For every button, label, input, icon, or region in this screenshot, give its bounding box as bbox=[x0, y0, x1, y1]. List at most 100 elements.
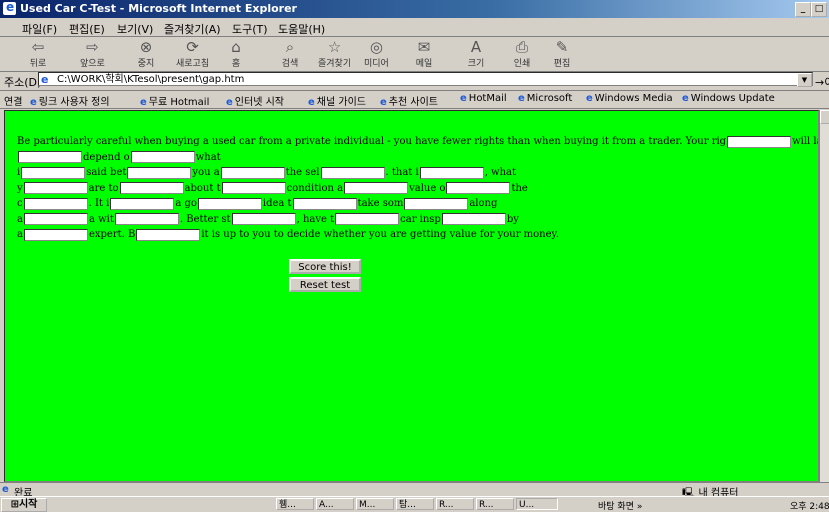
link-channel-guide[interactable]: 채널 가이드 bbox=[308, 93, 366, 108]
mail-button[interactable]: ✉ 메일 bbox=[414, 38, 434, 70]
gap-input[interactable] bbox=[320, 166, 385, 179]
size-button[interactable]: A 크기 bbox=[466, 38, 486, 70]
back-button[interactable]: ⇦ 뒤로 bbox=[28, 38, 48, 70]
print-button[interactable]: ⎙ 인쇄 bbox=[512, 38, 532, 70]
mail-icon: ✉ bbox=[417, 38, 431, 56]
menu-file[interactable]: 파일(F) bbox=[22, 21, 57, 37]
maximize-button[interactable]: □ bbox=[811, 2, 827, 17]
link-microsoft[interactable]: Microsoft bbox=[518, 93, 573, 104]
media-button[interactable]: ◎ 미디어 bbox=[364, 38, 389, 70]
taskbar-item-active[interactable]: U... bbox=[516, 498, 558, 510]
gap-input[interactable] bbox=[114, 213, 179, 225]
passage-line: depend o what bbox=[17, 150, 807, 166]
reset-button[interactable]: Reset test bbox=[289, 277, 361, 292]
score-button[interactable]: Score this! bbox=[289, 259, 361, 274]
start-button[interactable]: ⊞시작 bbox=[1, 498, 47, 512]
print-icon: ⎙ bbox=[515, 38, 528, 56]
system-clock: 오후 2:48 bbox=[790, 502, 829, 512]
gap-input[interactable] bbox=[197, 197, 262, 210]
page-done-icon: e bbox=[2, 484, 9, 495]
gap-input[interactable] bbox=[23, 213, 88, 225]
taskbar-item[interactable]: R... bbox=[476, 498, 514, 510]
passage-line: Be particularly careful when buying a us… bbox=[17, 135, 818, 148]
passage-line: a expert. Bit is up to you to decide whet… bbox=[17, 228, 560, 241]
gap-input[interactable] bbox=[221, 182, 286, 194]
gap-input[interactable] bbox=[404, 197, 469, 210]
font-size-icon: A bbox=[470, 38, 482, 56]
taskbar-item[interactable]: 탐... bbox=[396, 498, 434, 510]
gap-input[interactable] bbox=[441, 213, 506, 225]
search-button[interactable]: ⌕ 검색 bbox=[280, 38, 300, 70]
link-customize[interactable]: 링크 사용자 정의 bbox=[30, 93, 110, 108]
address-dropdown-button[interactable]: ▼ bbox=[797, 73, 812, 87]
status-bar: e 완료 🖳 내 컴퓨터 bbox=[0, 482, 829, 499]
gap-input[interactable] bbox=[727, 135, 792, 148]
gap-input[interactable] bbox=[23, 228, 88, 241]
refresh-icon: ⟳ bbox=[186, 38, 199, 56]
address-input[interactable]: e C:\WORK\학회\KTesol\present\gap.htm ▼ bbox=[38, 72, 813, 87]
page-content: Be particularly careful when buying a us… bbox=[4, 110, 819, 482]
gap-input[interactable] bbox=[344, 182, 409, 194]
refresh-button[interactable]: ⟳ 새로고침 bbox=[176, 38, 209, 70]
gap-input[interactable] bbox=[18, 151, 82, 163]
toolbar: ⇦ 뒤로 ⇨ 앞으로 ⊗ 중지 ⟳ 새로고침 ⌂ 홈 ⌕ 검색 ☆ 즐겨찾기 ◎ 미디어 ✉ 메일… bbox=[0, 36, 829, 72]
home-icon: ⌂ bbox=[231, 38, 241, 56]
edit-button[interactable]: ✎ 편집 bbox=[552, 38, 572, 70]
go-button[interactable]: →이동 bbox=[815, 74, 829, 90]
address-bar: 주소(D) e C:\WORK\학회\KTesol\present\gap.ht… bbox=[0, 70, 829, 91]
vertical-scrollbar[interactable] bbox=[819, 110, 829, 482]
back-arrow-icon: ⇦ bbox=[31, 38, 45, 56]
edit-icon: ✎ bbox=[555, 38, 569, 56]
link-hotmail-free[interactable]: 무료 Hotmail bbox=[140, 93, 210, 108]
desktop-toolbar-label[interactable]: 바탕 화면 » bbox=[598, 499, 642, 512]
taskbar-item[interactable]: R... bbox=[436, 498, 474, 510]
gap-input[interactable] bbox=[292, 197, 357, 210]
link-recommended-sites[interactable]: 추천 사이트 bbox=[380, 93, 438, 108]
taskbar-item[interactable]: M... bbox=[356, 498, 394, 510]
ie-icon bbox=[3, 0, 16, 15]
gap-input[interactable] bbox=[136, 228, 201, 241]
menu-tools[interactable]: 도구(T) bbox=[232, 21, 268, 37]
favorites-icon: ☆ bbox=[327, 38, 342, 56]
home-button[interactable]: ⌂ 홈 bbox=[226, 38, 246, 70]
gap-input[interactable] bbox=[419, 166, 484, 179]
link-internet-start[interactable]: 인터넷 시작 bbox=[226, 93, 284, 108]
gap-input[interactable] bbox=[110, 197, 175, 210]
gap-input[interactable] bbox=[23, 182, 88, 194]
menu-help[interactable]: 도움말(H) bbox=[278, 21, 325, 37]
taskbar-item[interactable]: 휌... bbox=[276, 498, 314, 510]
gap-input[interactable] bbox=[231, 213, 296, 225]
gap-input[interactable] bbox=[23, 197, 88, 210]
stop-icon: ⊗ bbox=[139, 38, 153, 56]
gap-input[interactable] bbox=[21, 166, 86, 179]
links-bar: 연결 링크 사용자 정의 무료 Hotmail 인터넷 시작 채널 가이드 추천… bbox=[0, 90, 829, 109]
link-windows-media[interactable]: Windows Media bbox=[586, 93, 673, 104]
page-icon: e bbox=[41, 73, 49, 86]
passage-line: aa wit. Better st, have t car insp by bbox=[17, 213, 519, 225]
menu-bar: 파일(F) 편집(E) 보기(V) 즐겨찾기(A) 도구(T) 도움말(H) bbox=[0, 18, 829, 37]
gap-input[interactable] bbox=[119, 182, 184, 194]
address-url: C:\WORK\학회\KTesol\present\gap.htm bbox=[57, 74, 245, 85]
stop-button[interactable]: ⊗ 중지 bbox=[136, 38, 156, 70]
media-icon: ◎ bbox=[369, 38, 383, 56]
favorites-button[interactable]: ☆ 즐겨찾기 bbox=[318, 38, 351, 70]
menu-view[interactable]: 보기(V) bbox=[117, 21, 153, 37]
ctest-passage: Be particularly careful when buying a us… bbox=[17, 134, 818, 243]
gap-input[interactable] bbox=[446, 182, 511, 194]
link-windows-update[interactable]: Windows Update bbox=[682, 93, 775, 104]
gap-input[interactable] bbox=[127, 166, 192, 179]
search-icon: ⌕ bbox=[285, 38, 295, 56]
forward-button[interactable]: ⇨ 앞으로 bbox=[80, 39, 105, 70]
gap-input[interactable] bbox=[220, 166, 285, 179]
taskbar-item[interactable]: A... bbox=[316, 498, 354, 510]
link-hotmail[interactable]: HotMail bbox=[460, 93, 507, 104]
taskbar: ⊞시작 휌... A... M... 탐... R... R... U... 바… bbox=[0, 496, 829, 512]
title-bar: Used Car C-Test - Microsoft Internet Exp… bbox=[0, 0, 829, 18]
menu-edit[interactable]: 편집(E) bbox=[69, 21, 105, 37]
links-label: 연결 bbox=[4, 97, 23, 108]
menu-favorites[interactable]: 즐겨찾기(A) bbox=[164, 21, 221, 37]
minimize-button[interactable]: _ bbox=[795, 2, 811, 17]
gap-input[interactable] bbox=[130, 151, 195, 163]
passage-line: y are to about t condition a value o the bbox=[17, 182, 528, 194]
gap-input[interactable] bbox=[335, 213, 400, 225]
